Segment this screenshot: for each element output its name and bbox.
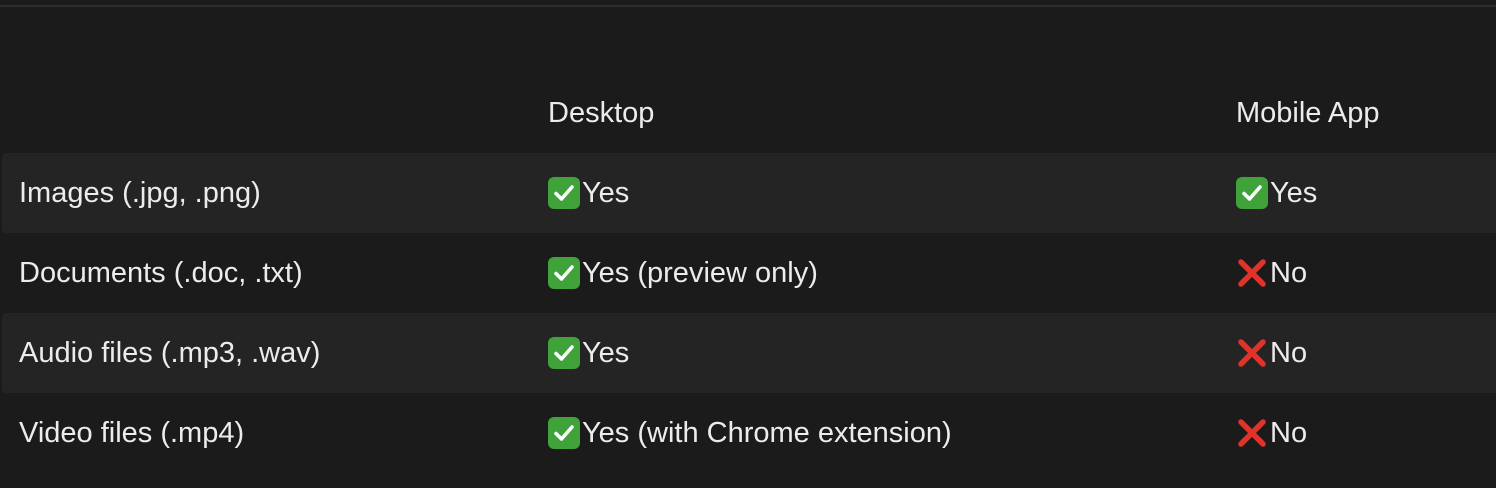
mobile-status: No: [1270, 416, 1308, 449]
check-icon: [548, 337, 580, 369]
desktop-status: Yes (with Chrome extension): [582, 416, 952, 449]
row-label: Audio files (.mp3, .wav): [19, 336, 321, 369]
check-icon: [548, 257, 580, 289]
check-icon: [548, 177, 580, 209]
table-row: Video files (.mp4) Yes (with Chrome exte…: [2, 393, 1496, 473]
table-header-row: Desktop Mobile App: [2, 73, 1496, 153]
mobile-status: No: [1270, 256, 1308, 289]
header-cell-mobile: Mobile App: [1236, 96, 1380, 129]
mobile-status: No: [1270, 336, 1308, 369]
desktop-cell: Yes: [548, 153, 629, 233]
row-label: Images (.jpg, .png): [19, 176, 261, 209]
row-label: Video files (.mp4): [19, 416, 245, 449]
cross-icon: [1236, 337, 1268, 369]
desktop-cell: Yes (with Chrome extension): [548, 393, 952, 473]
check-icon: [548, 417, 580, 449]
file-support-table: Desktop Mobile App Images (.jpg, .png) Y…: [2, 73, 1496, 473]
mobile-cell: Yes: [1236, 153, 1317, 233]
desktop-status: Yes: [582, 176, 630, 209]
mobile-cell: No: [1236, 313, 1307, 393]
desktop-cell: Yes: [548, 313, 629, 393]
top-divider: [0, 5, 1496, 7]
row-label: Documents (.doc, .txt): [19, 256, 303, 289]
mobile-cell: No: [1236, 393, 1307, 473]
mobile-status: Yes: [1270, 176, 1318, 209]
check-icon: [1236, 177, 1268, 209]
desktop-cell: Yes (preview only): [548, 233, 818, 313]
table-row: Audio files (.mp3, .wav) Yes No: [2, 313, 1496, 393]
table-row: Documents (.doc, .txt) Yes (preview only…: [2, 233, 1496, 313]
desktop-status: Yes: [582, 336, 630, 369]
desktop-status: Yes (preview only): [582, 256, 818, 289]
cross-icon: [1236, 417, 1268, 449]
table-row: Images (.jpg, .png) Yes Yes: [2, 153, 1496, 233]
cross-icon: [1236, 257, 1268, 289]
header-cell-desktop: Desktop: [548, 96, 655, 129]
mobile-cell: No: [1236, 233, 1307, 313]
